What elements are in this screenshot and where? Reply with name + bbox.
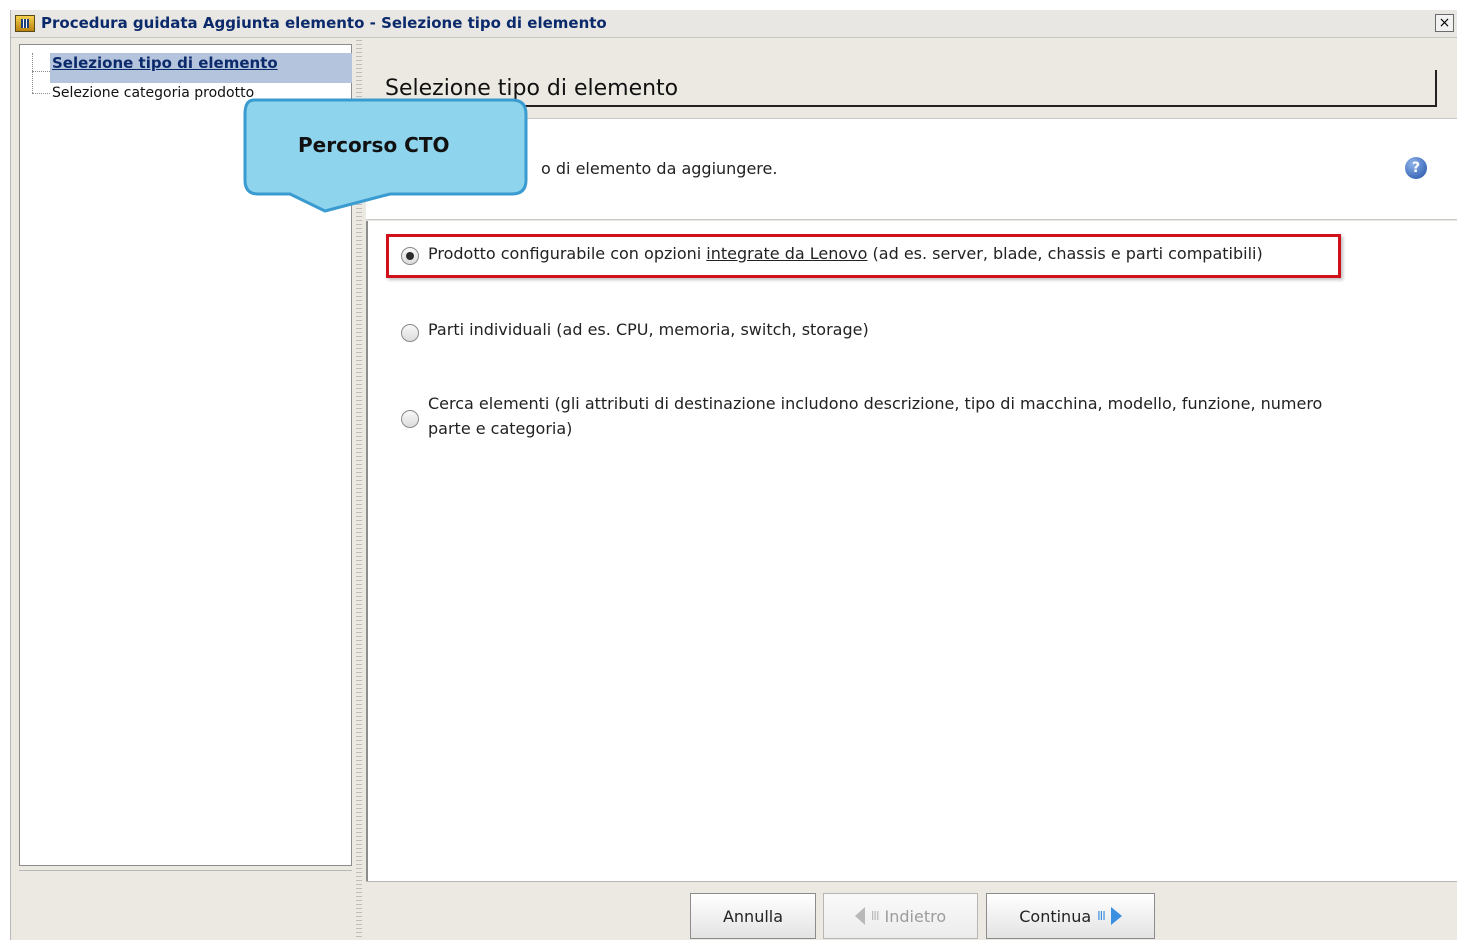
option-label-cerca-elementi-line2[interactable]: parte e categoria)	[428, 419, 572, 438]
continue-button-label: Continua	[1019, 906, 1092, 926]
tree-connector	[32, 71, 50, 72]
wizard-window: Procedura guidata Aggiunta elemento - Se…	[10, 10, 1457, 940]
radio-parti-individuali[interactable]	[401, 324, 419, 342]
app-icon	[15, 15, 35, 32]
title-border	[1435, 70, 1437, 107]
bars-icon: III	[1097, 909, 1106, 923]
cancel-button-label: Annulla	[722, 906, 784, 926]
option-label-cerca-elementi[interactable]: Cerca elementi (gli attributi di destina…	[428, 394, 1322, 413]
back-button[interactable]: III Indietro	[823, 893, 978, 939]
close-button[interactable]: ×	[1435, 14, 1454, 32]
title-bar: Procedura guidata Aggiunta elemento - Se…	[11, 10, 1457, 38]
instruction-text: o di elemento da aggiungere.	[541, 159, 778, 178]
left-footer	[19, 870, 352, 940]
continue-button[interactable]: Continua III	[986, 893, 1155, 939]
cancel-button[interactable]: Annulla	[690, 893, 816, 939]
radio-prodotto-configurabile[interactable]	[401, 247, 419, 265]
button-bar: Annulla III Indietro Continua III	[366, 881, 1457, 940]
window-title: Procedura guidata Aggiunta elemento - Se…	[41, 14, 607, 32]
back-button-label: Indietro	[884, 906, 947, 926]
arrow-left-icon	[854, 907, 865, 925]
step-item-selezione-categoria[interactable]: Selezione categoria prodotto	[52, 85, 254, 101]
tree-connector	[32, 53, 33, 93]
option-link[interactable]: integrate da Lenovo	[706, 244, 867, 263]
step-item-selezione-tipo[interactable]: Selezione tipo di elemento	[50, 53, 352, 83]
question-icon[interactable]: ?	[1405, 157, 1427, 179]
option-label-parti-individuali[interactable]: Parti individuali (ad es. CPU, memoria, …	[428, 320, 869, 339]
option-text: (ad es. server, blade, chassis e parti c…	[867, 244, 1263, 263]
callout-text: Percorso CTO	[298, 133, 450, 157]
arrow-right-icon	[1110, 907, 1122, 925]
tree-connector	[32, 93, 50, 94]
step-item-label: Selezione tipo di elemento	[52, 54, 278, 72]
top-strip	[0, 0, 1457, 10]
title-underline	[385, 105, 1437, 107]
options-list: Prodotto configurabile con opzioni integ…	[366, 221, 1457, 881]
option-label-prodotto-configurabile[interactable]: Prodotto configurabile con opzioni integ…	[428, 244, 1263, 263]
bars-icon: III	[870, 909, 880, 923]
radio-cerca-elementi[interactable]	[401, 410, 419, 428]
option-text: Prodotto configurabile con opzioni	[428, 244, 707, 263]
